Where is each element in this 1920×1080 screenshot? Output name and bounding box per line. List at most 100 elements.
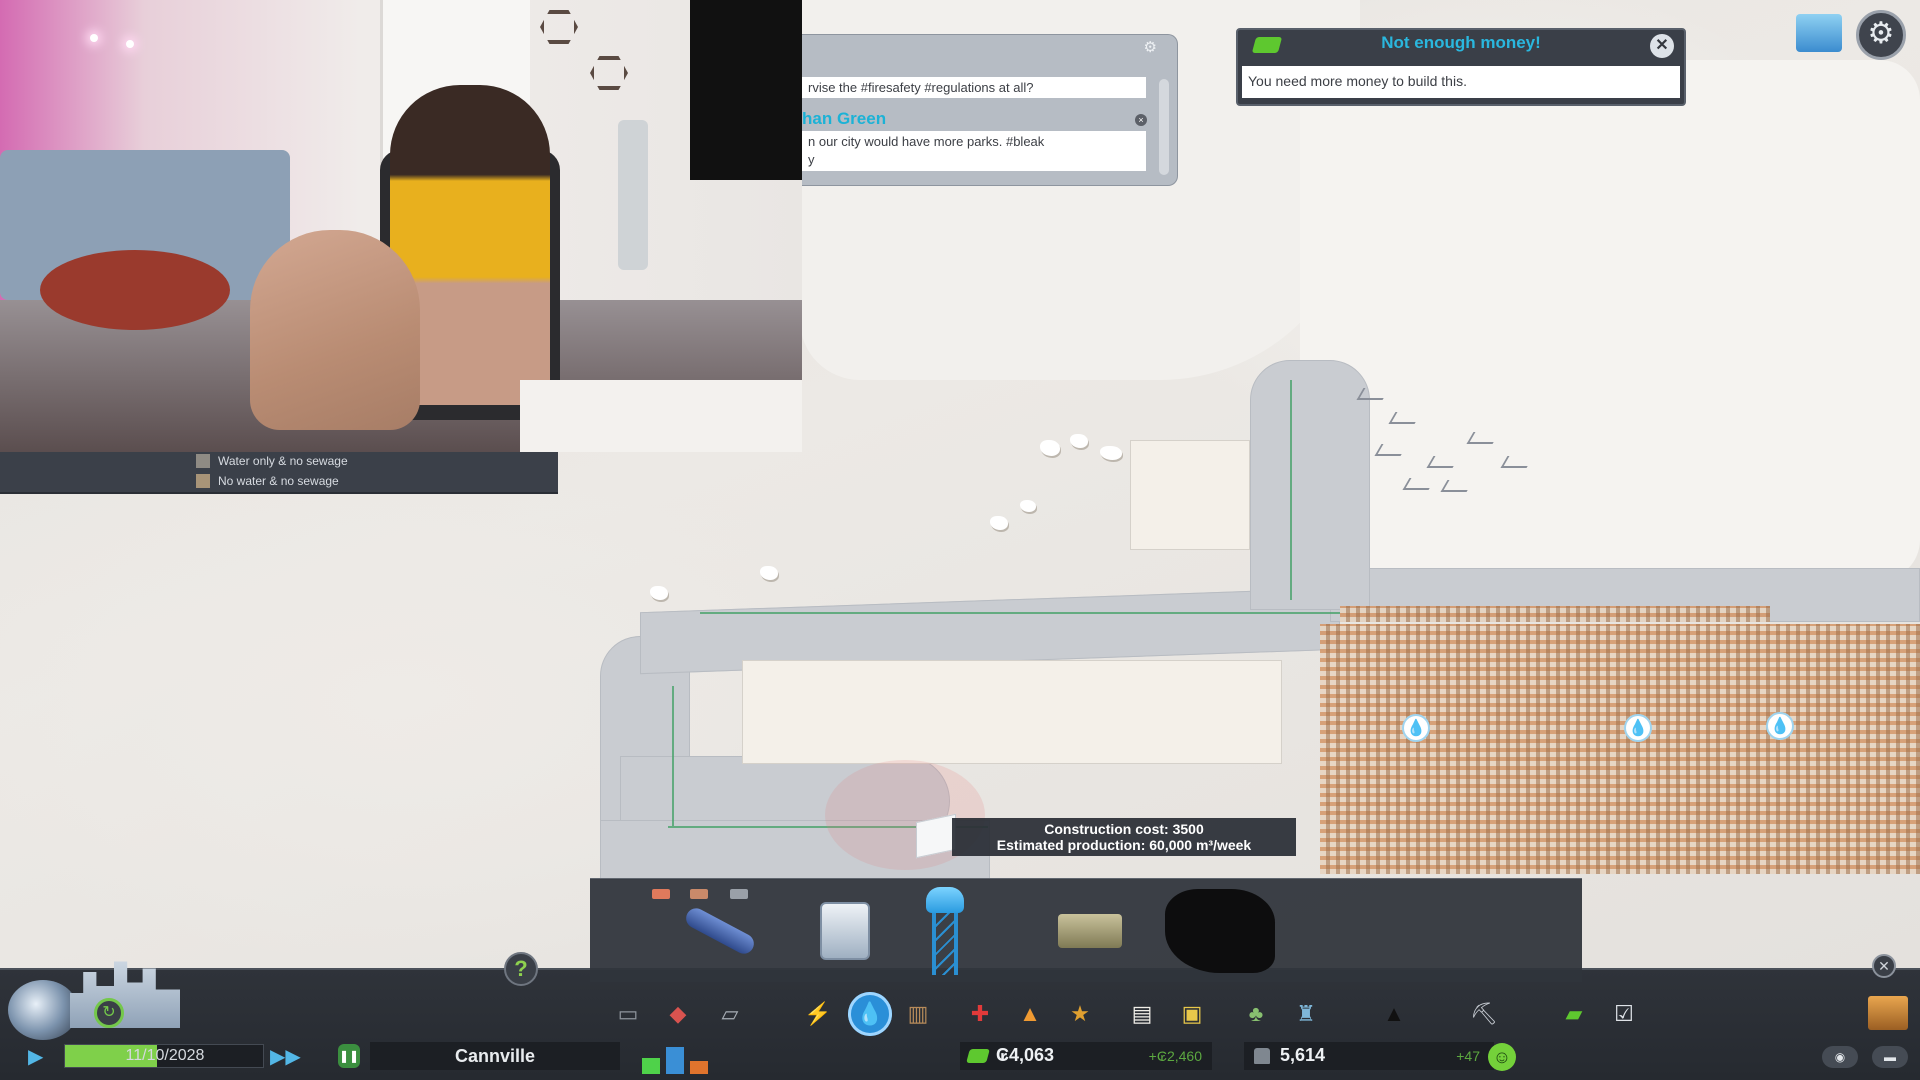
estimated-production: Estimated production: 60,000 m³/week bbox=[996, 837, 1252, 853]
date-progress: 11/10/2028 bbox=[64, 1044, 264, 1068]
subtab-pipes[interactable] bbox=[652, 889, 670, 899]
cam-tower-fan bbox=[618, 120, 648, 270]
population-value: 5,614 bbox=[1280, 1045, 1326, 1065]
city-name[interactable]: Cannville bbox=[370, 1042, 620, 1070]
cam-monitor bbox=[690, 0, 802, 180]
cam-light bbox=[126, 40, 134, 48]
industrial-demand-bar bbox=[690, 1060, 708, 1074]
chirp-author[interactable]: han Green bbox=[802, 109, 886, 129]
residential-demand-bar bbox=[642, 1057, 660, 1074]
screenshot-icon[interactable]: ◉ bbox=[1822, 1046, 1858, 1068]
rock bbox=[760, 566, 778, 580]
gear-icon[interactable]: ⚙ bbox=[1144, 38, 1157, 56]
rock bbox=[1020, 500, 1036, 512]
globe-icon[interactable] bbox=[8, 980, 78, 1040]
rock bbox=[990, 516, 1008, 530]
construction-tooltip: Construction cost: 3500 Estimated produc… bbox=[952, 818, 1296, 856]
water-icon[interactable]: 💧 bbox=[848, 992, 892, 1036]
dialog-title: Not enough money! bbox=[1381, 33, 1541, 52]
legend-row: No water & no sewage bbox=[196, 474, 339, 488]
settings-gear-icon[interactable]: ⚙ bbox=[1856, 10, 1906, 60]
water-pin-1[interactable]: 💧 bbox=[1402, 714, 1430, 742]
pipe-line-v2 bbox=[1290, 380, 1292, 600]
milestone-icon[interactable]: ↻ bbox=[94, 998, 124, 1028]
roads-icon[interactable]: ▭ bbox=[610, 996, 646, 1032]
policies-icon[interactable]: ☑ bbox=[1606, 996, 1642, 1032]
pumping-station-icon bbox=[820, 902, 870, 960]
population-icon bbox=[1254, 1048, 1270, 1064]
chirper-scrollbar[interactable] bbox=[1159, 79, 1169, 175]
zoning-plot bbox=[742, 660, 1282, 764]
close-icon[interactable]: × bbox=[1135, 114, 1147, 126]
chirper-panel[interactable]: ⚙ rvise the #firesafety #regulations at … bbox=[802, 34, 1178, 186]
water-tower-icon bbox=[926, 887, 964, 975]
water-tool-panel bbox=[590, 878, 1582, 982]
money-value: ₢4,063 bbox=[996, 1045, 1055, 1065]
police-icon[interactable]: ★ bbox=[1062, 996, 1098, 1032]
city-logo-icon[interactable] bbox=[1796, 14, 1842, 52]
play-button[interactable]: ▶ bbox=[28, 1044, 43, 1069]
cam-light bbox=[90, 34, 98, 42]
speed-button[interactable]: ▶▶ bbox=[270, 1044, 301, 1069]
legend-swatch bbox=[196, 474, 210, 488]
road-north-vertical bbox=[1250, 360, 1370, 610]
cam-streamer-leg bbox=[250, 230, 420, 430]
population-change: +47 bbox=[1456, 1048, 1480, 1064]
chirp-message: rvise the #firesafety #regulations at al… bbox=[802, 77, 1146, 98]
garbage-icon[interactable]: ▥ bbox=[900, 996, 936, 1032]
help-button[interactable]: ? bbox=[504, 952, 538, 986]
chirp-message: n our city would have more parks. #bleak bbox=[802, 131, 1146, 152]
rci-demand-meter bbox=[640, 1044, 712, 1074]
rock bbox=[1040, 440, 1060, 456]
dialog-message: You need more money to build this. bbox=[1242, 66, 1680, 98]
electricity-icon[interactable]: ⚡ bbox=[800, 996, 836, 1032]
water-pin-2[interactable]: 💧 bbox=[1624, 714, 1652, 742]
money-income: +₢2,460 bbox=[1148, 1048, 1202, 1064]
districts-icon[interactable]: ▱ bbox=[712, 996, 748, 1032]
water-pipe-tool[interactable] bbox=[670, 889, 770, 973]
economy-icon[interactable]: ▰ bbox=[1556, 996, 1592, 1032]
population-display[interactable]: 5,614 +47 bbox=[1244, 1042, 1494, 1070]
residential-district bbox=[1320, 624, 1920, 874]
legend-label: Water only & no sewage bbox=[218, 454, 348, 468]
education-icon[interactable]: ▤ bbox=[1124, 996, 1160, 1032]
pause-button[interactable]: ❚❚ bbox=[338, 1044, 360, 1068]
legend-label: No water & no sewage bbox=[218, 474, 339, 488]
water-pin-3[interactable]: 💧 bbox=[1766, 712, 1794, 740]
zoning-icon[interactable]: ◆ bbox=[660, 996, 696, 1032]
water-pumping-station-tool[interactable] bbox=[800, 889, 890, 973]
fire-icon[interactable]: ▲ bbox=[1012, 996, 1048, 1032]
drain-pipe-tool[interactable] bbox=[1030, 889, 1150, 973]
close-button[interactable]: ✕ bbox=[1650, 34, 1674, 58]
cam-desk bbox=[520, 380, 802, 452]
residential-strip bbox=[1340, 606, 1770, 622]
free-camera-icon[interactable]: ▬ bbox=[1872, 1046, 1908, 1068]
pipe-icon bbox=[682, 904, 758, 958]
info-views-icon[interactable] bbox=[1868, 996, 1908, 1030]
decoration-icon[interactable]: ♣ bbox=[1238, 996, 1274, 1032]
happiness-icon[interactable]: ☺ bbox=[1488, 1043, 1516, 1071]
chirp-message-continued: y bbox=[802, 151, 1146, 171]
game-date: 11/10/2028 bbox=[125, 1047, 205, 1064]
snow-field bbox=[1300, 60, 1920, 580]
close-tool-panel-button[interactable]: ✕ bbox=[1872, 954, 1896, 978]
pipe-line-h1 bbox=[700, 612, 1340, 614]
bulldozer-icon[interactable]: ⛏ bbox=[1466, 996, 1502, 1032]
monuments-icon[interactable]: ♜ bbox=[1288, 996, 1324, 1032]
legend-row: Water only & no sewage bbox=[196, 454, 348, 468]
construction-cost: Construction cost: 3500 bbox=[1044, 821, 1204, 837]
rock bbox=[1070, 434, 1088, 448]
webcam-overlay bbox=[0, 0, 802, 452]
public-transport-icon[interactable]: ▣ bbox=[1174, 996, 1210, 1032]
info-view-legend: Water only & no sewage No water & no sew… bbox=[0, 452, 558, 494]
rock bbox=[650, 586, 668, 600]
cam-side-table bbox=[40, 250, 230, 330]
wonders-icon[interactable]: ▲ bbox=[1376, 996, 1412, 1032]
zoning-plot-north bbox=[1130, 440, 1250, 550]
healthcare-icon[interactable]: ✚ bbox=[962, 996, 998, 1032]
money-display[interactable]: ₢4,063 +₢2,460 bbox=[960, 1042, 1212, 1070]
legend-swatch bbox=[196, 454, 210, 468]
commercial-demand-bar bbox=[666, 1047, 684, 1074]
water-tower-tool[interactable] bbox=[890, 887, 1000, 975]
locked-silhouette-icon bbox=[1165, 889, 1275, 973]
